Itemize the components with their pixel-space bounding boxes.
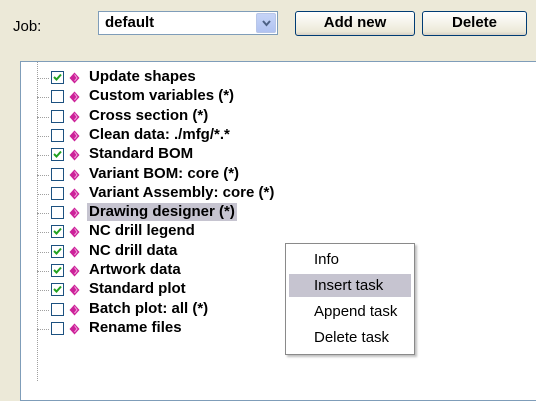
diamond-icon xyxy=(69,148,80,165)
tree-connector xyxy=(37,251,49,253)
tree-item[interactable]: Cross section (*) xyxy=(21,107,531,127)
task-checkbox[interactable] xyxy=(51,302,64,316)
tree-connector xyxy=(37,78,49,79)
task-checkbox[interactable] xyxy=(51,148,64,162)
tree-item-label: Custom variables (*) xyxy=(89,87,235,105)
tree-item[interactable]: Standard BOM xyxy=(21,145,531,165)
menu-item[interactable]: Append task xyxy=(289,300,411,323)
task-checkbox[interactable] xyxy=(51,167,64,181)
diamond-icon xyxy=(69,168,80,185)
tree-connector xyxy=(37,135,49,137)
menu-item[interactable]: Insert task xyxy=(289,274,411,297)
diamond-icon xyxy=(69,264,80,281)
diamond-icon xyxy=(69,206,80,223)
tree-connector xyxy=(37,309,49,311)
tree-item[interactable]: Rename files xyxy=(21,319,531,339)
checkmark-icon xyxy=(53,286,62,294)
tree-item[interactable]: Batch plot: all (*) xyxy=(21,300,531,320)
task-checkbox[interactable] xyxy=(51,71,64,84)
diamond-icon xyxy=(69,129,80,146)
task-tree[interactable]: Update shapes Custom variables (*) Cross s… xyxy=(20,61,536,401)
tree-item-label: Variant BOM: core (*) xyxy=(89,164,240,182)
checkmark-icon xyxy=(53,151,62,159)
checkmark-icon xyxy=(53,228,62,236)
chevron-down-icon xyxy=(262,20,271,27)
tree-item[interactable]: Standard plot xyxy=(21,280,531,300)
task-checkbox[interactable] xyxy=(51,128,64,142)
tree-item[interactable]: Custom variables (*) xyxy=(21,87,531,107)
tree-connector xyxy=(37,213,49,215)
task-checkbox[interactable] xyxy=(51,321,64,335)
diamond-icon xyxy=(69,322,80,339)
job-select-value: default xyxy=(105,14,155,31)
menu-item[interactable]: Delete task xyxy=(289,326,411,349)
tree-item-label: Rename files xyxy=(89,318,182,336)
diamond-icon xyxy=(69,283,80,300)
tree-connector xyxy=(37,116,49,118)
tree-connector xyxy=(37,232,49,234)
tree-connector xyxy=(37,290,49,292)
task-checkbox[interactable] xyxy=(51,186,64,200)
tree-item-label: Batch plot: all (*) xyxy=(89,299,209,317)
job-label: Job: xyxy=(13,18,42,35)
tree-item[interactable]: Clean data: ./mfg/*.* xyxy=(21,126,531,146)
diamond-icon xyxy=(69,187,80,204)
tree-item-label: Drawing designer (*) xyxy=(87,203,237,222)
checkmark-icon xyxy=(53,73,62,81)
diamond-icon xyxy=(69,225,80,242)
tree-connector xyxy=(37,271,49,272)
tree-item-label: Update shapes xyxy=(89,68,196,85)
tree-connector xyxy=(37,155,49,157)
task-checkbox[interactable] xyxy=(51,225,64,239)
tree-item-label: NC drill data xyxy=(89,241,178,259)
tree-item[interactable]: Artwork data xyxy=(21,261,531,281)
tree-item[interactable]: NC drill data xyxy=(21,242,531,262)
tree-connector xyxy=(37,97,49,99)
diamond-icon xyxy=(69,90,80,107)
dropdown-button[interactable] xyxy=(256,13,276,33)
tree-item[interactable]: Update shapes xyxy=(21,68,531,88)
tree-item-label: Clean data: ./mfg/*.* xyxy=(89,125,230,143)
diamond-icon xyxy=(69,245,80,262)
tree-connector xyxy=(37,193,49,195)
checkmark-icon xyxy=(53,266,62,274)
task-checkbox[interactable] xyxy=(51,264,64,277)
tree-item[interactable]: NC drill legend xyxy=(21,222,531,242)
tree-item[interactable]: Variant BOM: core (*) xyxy=(21,165,531,185)
add-new-button[interactable]: Add new xyxy=(295,11,415,36)
tree-item-label: Standard BOM xyxy=(89,145,194,163)
diamond-icon xyxy=(69,110,80,127)
task-checkbox[interactable] xyxy=(51,109,64,123)
task-checkbox[interactable] xyxy=(51,244,64,258)
task-checkbox[interactable] xyxy=(51,283,64,297)
tree-item-label: Variant Assembly: core (*) xyxy=(89,183,275,201)
job-select[interactable]: default xyxy=(98,11,278,35)
context-menu: Info Insert task Append task Delete task xyxy=(285,243,415,355)
task-checkbox[interactable] xyxy=(51,206,64,220)
tree-item-label: NC drill legend xyxy=(89,222,195,240)
diamond-icon xyxy=(69,71,80,88)
checkmark-icon xyxy=(53,247,62,255)
tree-item-label: Cross section (*) xyxy=(89,106,209,124)
diamond-icon xyxy=(69,303,80,320)
menu-item[interactable]: Info xyxy=(289,248,411,271)
tree-item[interactable]: Drawing designer (*) xyxy=(21,203,531,223)
delete-button[interactable]: Delete xyxy=(422,11,527,36)
tree-connector xyxy=(37,328,49,330)
tree-connector xyxy=(37,174,49,176)
tree-item[interactable]: Variant Assembly: core (*) xyxy=(21,184,531,204)
tree-item-label: Artwork data xyxy=(89,261,181,278)
task-checkbox[interactable] xyxy=(51,90,64,104)
tree-item-label: Standard plot xyxy=(89,280,186,298)
